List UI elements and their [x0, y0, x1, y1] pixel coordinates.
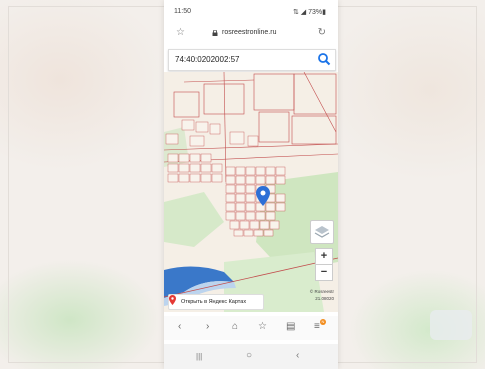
back-icon[interactable]: ‹ [178, 321, 181, 332]
tabs-icon[interactable]: ▤ [286, 321, 295, 332]
menu-icon[interactable]: ≡ [314, 321, 320, 332]
layers-icon [314, 226, 330, 238]
cadastral-search-box[interactable]: 74:40:0202002:57 [168, 49, 336, 71]
status-time: 11:50 [174, 8, 191, 15]
home-icon[interactable]: ⌂ [232, 321, 238, 332]
forward-icon[interactable]: › [206, 321, 209, 332]
reload-icon[interactable]: ↻ [318, 27, 326, 38]
yandex-pin-icon [169, 295, 176, 305]
search-icon[interactable] [317, 52, 331, 66]
bookmark-icon[interactable]: ☆ [258, 321, 267, 332]
lock-icon [212, 30, 218, 36]
menu-badge: N [320, 319, 326, 325]
url-text[interactable]: rosreestronline.ru [222, 29, 276, 36]
map-pin-icon[interactable] [256, 186, 270, 206]
map-attribution: © Rosreestr 21.08020 [310, 288, 334, 302]
open-in-yandex-label: Открыть в Яндекс Картах [181, 299, 247, 305]
recents-button[interactable]: ||| [196, 352, 202, 361]
system-home-button[interactable]: ○ [246, 350, 252, 361]
browser-url-bar[interactable]: ☆ rosreestronline.ru ↻ [164, 24, 338, 46]
layers-button[interactable] [310, 220, 334, 244]
zoom-in-button[interactable]: + [315, 248, 333, 265]
star-icon[interactable]: ☆ [176, 27, 185, 38]
status-bar: 11:50 ⇅ ◢ 73%▮ [164, 0, 338, 22]
phone-screen: 11:50 ⇅ ◢ 73%▮ ☆ rosreestronline.ru ↻ 74… [164, 0, 338, 369]
cadastral-map[interactable]: + − Открыть в Яндекс Картах © Rosreestr … [164, 72, 338, 312]
browser-toolbar: ‹ › ⌂ ☆ ▤ ≡ N [164, 316, 338, 340]
attribution-text: © Rosreestr [309, 289, 334, 294]
status-indicators: ⇅ ◢ 73%▮ [292, 9, 326, 16]
map-scale-text: 21.08020 [315, 296, 334, 301]
zoom-out-button[interactable]: − [315, 264, 333, 281]
system-navigation-bar: ||| ○ ‹ [164, 344, 338, 369]
system-back-button[interactable]: ‹ [296, 350, 299, 361]
map-canvas[interactable] [164, 72, 338, 312]
search-input[interactable]: 74:40:0202002:57 [175, 55, 240, 64]
blurred-widget [430, 310, 472, 340]
open-in-yandex-button[interactable]: Открыть в Яндекс Картах [168, 294, 264, 310]
